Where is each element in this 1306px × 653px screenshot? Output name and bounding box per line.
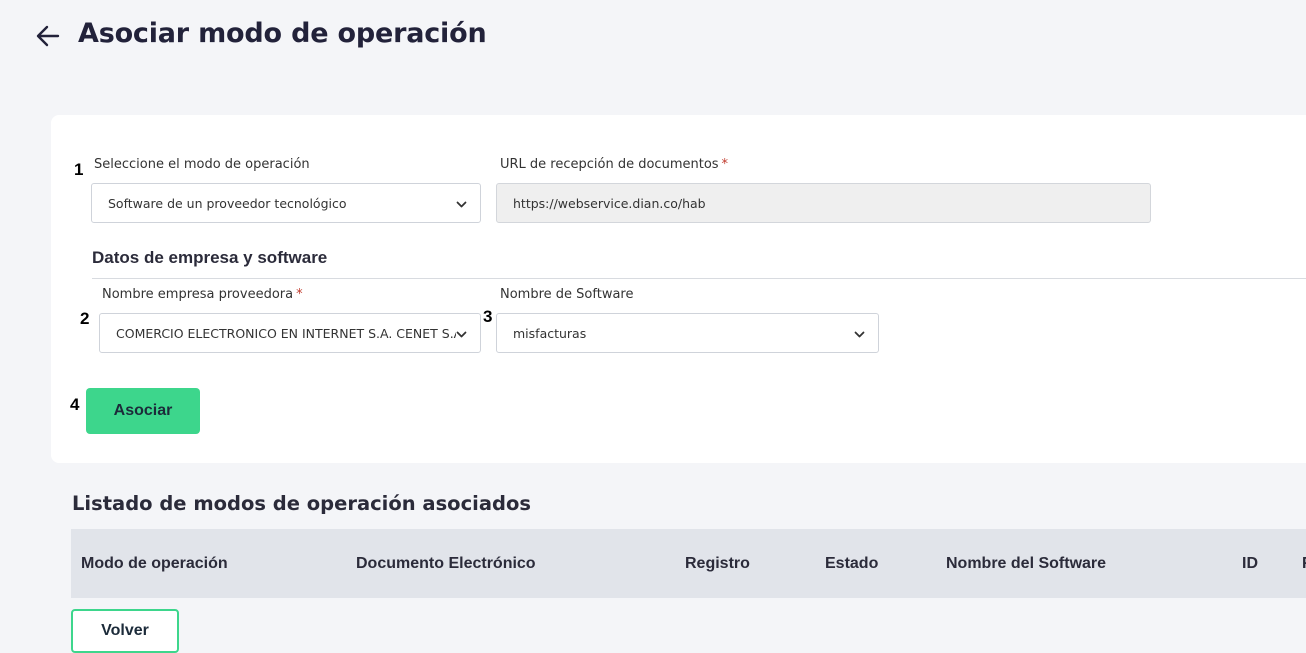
table-header: Modo de operación Documento Electrónico …: [71, 529, 1306, 598]
section-title-datos-empresa: Datos de empresa y software: [92, 248, 328, 267]
required-mark: *: [296, 287, 303, 302]
chevron-down-icon: [456, 331, 467, 338]
column-header-nombre-software[interactable]: Nombre del Software: [946, 555, 1106, 573]
column-header-id[interactable]: ID: [1242, 555, 1258, 573]
chevron-down-icon: [456, 201, 467, 208]
required-mark: *: [721, 157, 729, 172]
url-recepcion-value: https://webservice.dian.co/hab: [513, 196, 706, 211]
volver-button[interactable]: Volver: [71, 609, 179, 653]
column-header-documento-electronico[interactable]: Documento Electrónico: [356, 555, 536, 573]
column-header-modo-operacion[interactable]: Modo de operación: [81, 555, 228, 573]
step-number-4: 4: [70, 395, 80, 414]
step-number-2: 2: [80, 309, 90, 328]
empresa-proveedora-select[interactable]: COMERCIO ELECTRONICO EN INTERNET S.A. CE…: [99, 313, 481, 353]
modo-operacion-label: Seleccione el modo de operación: [94, 157, 310, 172]
asociar-button[interactable]: Asociar: [86, 388, 200, 434]
listado-title: Listado de modos de operación asociados: [72, 492, 531, 515]
section-divider: [92, 278, 1306, 279]
page-title: Asociar modo de operación: [78, 18, 487, 49]
nombre-software-value: misfacturas: [513, 326, 587, 341]
chevron-down-icon: [854, 331, 865, 338]
modo-operacion-select[interactable]: Software de un proveedor tecnológico: [91, 183, 481, 223]
column-header-registro[interactable]: Registro: [685, 555, 750, 573]
nombre-software-label: Nombre de Software: [500, 287, 634, 302]
empresa-proveedora-value: COMERCIO ELECTRONICO EN INTERNET S.A. CE…: [116, 326, 456, 341]
back-arrow-icon[interactable]: [34, 22, 62, 50]
url-recepcion-field[interactable]: https://webservice.dian.co/hab: [496, 183, 1151, 223]
modo-operacion-value: Software de un proveedor tecnológico: [108, 196, 347, 211]
column-header-estado[interactable]: Estado: [825, 555, 878, 573]
column-header-truncated[interactable]: F: [1302, 555, 1306, 573]
empresa-proveedora-label: Nombre empresa proveedora *: [102, 287, 303, 302]
url-recepcion-label: URL de recepción de documentos *: [500, 157, 729, 172]
nombre-software-select[interactable]: misfacturas: [496, 313, 879, 353]
step-number-1: 1: [74, 160, 84, 179]
step-number-3: 3: [483, 307, 493, 326]
